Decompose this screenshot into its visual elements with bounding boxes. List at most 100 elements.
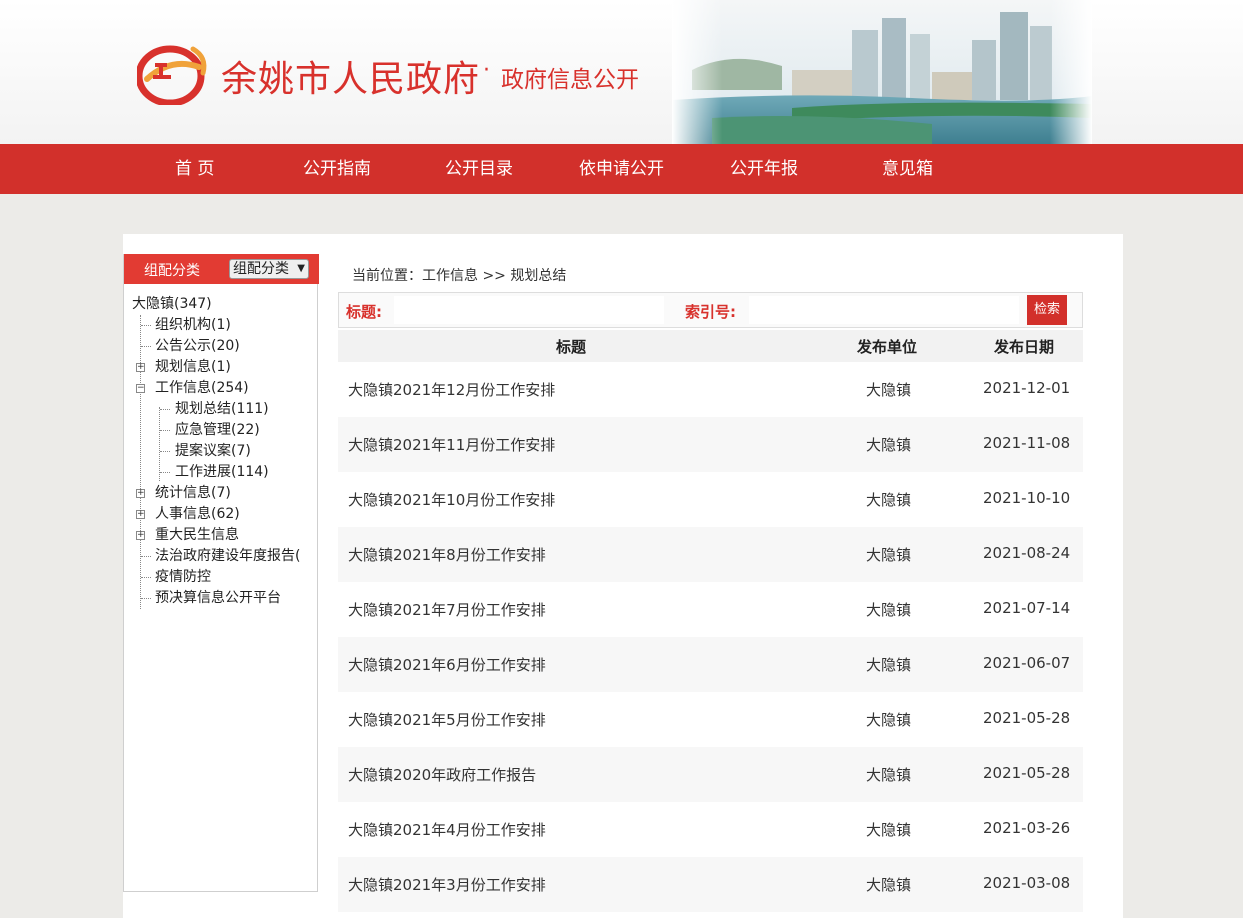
index-search-label: 索引号: xyxy=(685,303,736,321)
row-date: 2021-03-08 xyxy=(983,874,1071,892)
row-unit: 大隐镇 xyxy=(866,546,912,564)
table-row: 大隐镇2021年8月份工作安排 大隐镇 2021-08-24 xyxy=(338,527,1083,582)
breadcrumb: 当前位置：工作信息 >> 规划总结 xyxy=(352,268,567,284)
tree-item-label: 提案议案(7) xyxy=(175,443,251,459)
site-subtitle: 政府信息公开 xyxy=(501,67,639,93)
expand-plus-icon[interactable]: + xyxy=(136,510,145,519)
tree-item-label: 组织机构(1) xyxy=(155,317,231,333)
category-select-value: 组配分类 xyxy=(233,261,289,277)
tree-item-label: 工作进展(114) xyxy=(175,464,269,480)
table-row: 大隐镇2021年7月份工作安排 大隐镇 2021-07-14 xyxy=(338,582,1083,637)
table-row: 大隐镇2021年10月份工作安排 大隐镇 2021-10-10 xyxy=(338,472,1083,527)
table-row: 大隐镇2021年6月份工作安排 大隐镇 2021-06-07 xyxy=(338,637,1083,692)
collapse-minus-icon[interactable]: − xyxy=(136,384,145,393)
nav-guide[interactable]: 公开指南 xyxy=(303,144,371,194)
tree-item-label: 疫情防控 xyxy=(155,569,211,585)
tree-item-label: 应急管理(22) xyxy=(175,422,260,438)
tree-branch-line xyxy=(141,556,151,557)
tree-item-root[interactable]: 大隐镇(347) xyxy=(132,294,212,315)
row-unit: 大隐镇 xyxy=(866,601,912,619)
expand-plus-icon[interactable]: + xyxy=(136,363,145,372)
tree-item-label: 工作信息(254) xyxy=(155,380,249,396)
expand-plus-icon[interactable]: + xyxy=(136,489,145,498)
row-title-link[interactable]: 大隐镇2021年4月份工作安排 xyxy=(348,819,546,840)
table-row: 大隐镇2021年3月份工作安排 大隐镇 2021-03-08 xyxy=(338,857,1083,912)
table-row: 大隐镇2021年4月份工作安排 大隐镇 2021-03-26 xyxy=(338,802,1083,857)
nav-apply[interactable]: 依申请公开 xyxy=(579,144,664,194)
tree-guide-line xyxy=(140,315,141,609)
title-search-label: 标题: xyxy=(346,303,382,321)
tree-item-label: 重大民生信息 xyxy=(155,527,239,543)
column-header-date: 发布日期 xyxy=(994,338,1055,356)
site-header: 余姚市人民政府 · 政府信息公开 xyxy=(0,0,1243,144)
nav-home[interactable]: 首 页 xyxy=(175,144,214,194)
row-date: 2021-06-07 xyxy=(983,654,1071,672)
tree-item-label: 法治政府建设年度报告( xyxy=(155,548,301,564)
index-search-input[interactable] xyxy=(749,296,1019,324)
chevron-down-icon: ▼ xyxy=(297,263,305,274)
row-title-link[interactable]: 大隐镇2021年3月份工作安排 xyxy=(348,874,546,895)
tree-branch-line xyxy=(160,409,170,410)
category-sidebar: 组配分类 组配分类 ▼ 大隐镇(347) 组织机构(1) 公告公示(20) + … xyxy=(123,254,319,892)
sidebar-header: 组配分类 组配分类 ▼ xyxy=(124,254,319,284)
tree-branch-line xyxy=(141,598,151,599)
row-date: 2021-05-28 xyxy=(983,764,1071,782)
city-banner-image xyxy=(672,0,1092,144)
tree-item-label: 大隐镇(347) xyxy=(132,296,212,312)
main-nav: 首 页 公开指南 公开目录 依申请公开 公开年报 意见箱 xyxy=(0,144,1243,194)
expand-plus-icon[interactable]: + xyxy=(136,531,145,540)
search-bar: 标题: 索引号: 检索 xyxy=(338,292,1083,328)
row-title-link[interactable]: 大隐镇2021年5月份工作安排 xyxy=(348,709,546,730)
table-row: 大隐镇2021年11月份工作安排 大隐镇 2021-11-08 xyxy=(338,417,1083,472)
table-row: 大隐镇2021年12月份工作安排 大隐镇 2021-12-01 xyxy=(338,362,1083,417)
row-date: 2021-08-24 xyxy=(983,544,1071,562)
column-header-title: 标题 xyxy=(556,338,587,356)
row-title-link[interactable]: 大隐镇2021年12月份工作安排 xyxy=(348,379,555,400)
row-unit: 大隐镇 xyxy=(866,821,912,839)
row-date: 2021-05-28 xyxy=(983,709,1071,727)
tree-branch-line xyxy=(160,430,170,431)
tree-item-label: 人事信息(62) xyxy=(155,506,240,522)
row-unit: 大隐镇 xyxy=(866,656,912,674)
row-date: 2021-10-10 xyxy=(983,489,1071,507)
row-unit: 大隐镇 xyxy=(866,876,912,894)
row-title-link[interactable]: 大隐镇2021年7月份工作安排 xyxy=(348,599,546,620)
nav-annual-report[interactable]: 公开年报 xyxy=(730,144,798,194)
tree-branch-line xyxy=(160,451,170,452)
nav-feedback[interactable]: 意见箱 xyxy=(882,144,933,194)
search-button[interactable]: 检索 xyxy=(1027,295,1067,325)
row-title-link[interactable]: 大隐镇2021年6月份工作安排 xyxy=(348,654,546,675)
tree-branch-line xyxy=(141,346,151,347)
nav-catalog[interactable]: 公开目录 xyxy=(445,144,513,194)
site-title: 余姚市人民政府 xyxy=(221,59,481,100)
category-select[interactable]: 组配分类 ▼ xyxy=(229,259,309,279)
row-title-link[interactable]: 大隐镇2021年8月份工作安排 xyxy=(348,544,546,565)
title-separator: · xyxy=(483,58,490,83)
tree-branch-line xyxy=(141,577,151,578)
main-panel: 组配分类 组配分类 ▼ 大隐镇(347) 组织机构(1) 公告公示(20) + … xyxy=(123,234,1123,918)
tree-item-label: 规划信息(1) xyxy=(155,359,231,375)
row-title-link[interactable]: 大隐镇2021年11月份工作安排 xyxy=(348,434,555,455)
row-unit: 大隐镇 xyxy=(866,766,912,784)
column-header-unit: 发布单位 xyxy=(857,338,918,356)
row-unit: 大隐镇 xyxy=(866,491,912,509)
row-date: 2021-11-08 xyxy=(983,434,1071,452)
table-header-row: 标题 发布单位 发布日期 xyxy=(338,330,1083,362)
tree-branch-line xyxy=(160,472,170,473)
row-date: 2021-07-14 xyxy=(983,599,1071,617)
tree-item-label: 公告公示(20) xyxy=(155,338,240,354)
table-row: 大隐镇2020年政府工作报告 大隐镇 2021-05-28 xyxy=(338,747,1083,802)
tree-branch-line xyxy=(141,325,151,326)
tree-item-label: 统计信息(7) xyxy=(155,485,231,501)
row-unit: 大隐镇 xyxy=(866,381,912,399)
row-unit: 大隐镇 xyxy=(866,711,912,729)
row-date: 2021-12-01 xyxy=(983,379,1071,397)
row-title-link[interactable]: 大隐镇2021年10月份工作安排 xyxy=(348,489,555,510)
sidebar-title: 组配分类 xyxy=(144,263,200,279)
title-search-input[interactable] xyxy=(394,296,664,324)
row-date: 2021-03-26 xyxy=(983,819,1071,837)
row-title-link[interactable]: 大隐镇2020年政府工作报告 xyxy=(348,764,536,785)
government-logo-icon xyxy=(137,45,207,105)
row-unit: 大隐镇 xyxy=(866,436,912,454)
tree-guide-line xyxy=(159,407,160,481)
